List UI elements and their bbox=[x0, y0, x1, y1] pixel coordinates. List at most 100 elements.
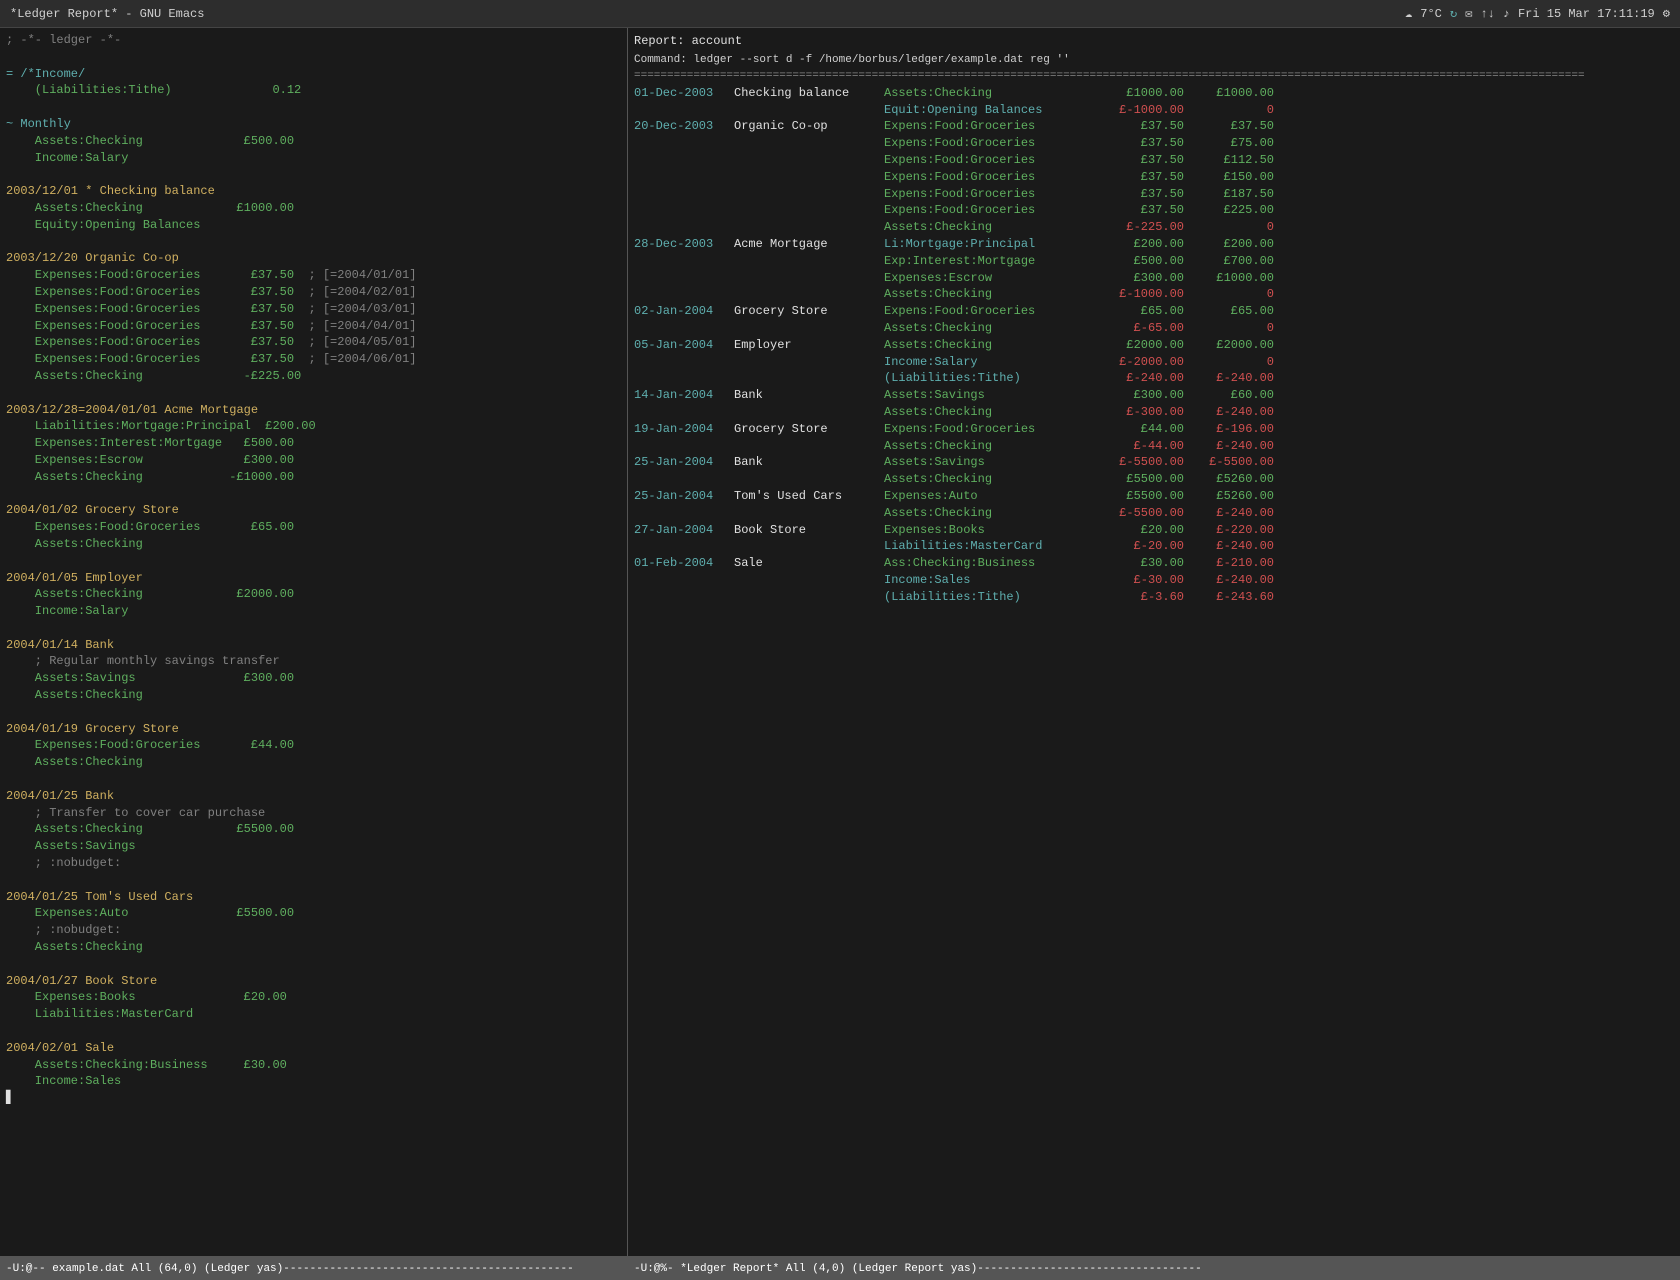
tx2-header: 2003/12/20 Organic Co-op bbox=[6, 251, 179, 265]
entry-amount: £5500.00 bbox=[1094, 471, 1184, 488]
entry-date: 02-Jan-2004 bbox=[634, 303, 734, 320]
entry-date: 25-Jan-2004 bbox=[634, 454, 734, 471]
entry-balance: £-240.00 bbox=[1184, 438, 1274, 455]
entry-date: 05-Jan-2004 bbox=[634, 337, 734, 354]
account-liabilities-tithe: (Liabilities:Tithe) 0.12 bbox=[6, 83, 301, 97]
entry-account: Assets:Checking bbox=[884, 320, 1094, 337]
entry-amount: £37.50 bbox=[1094, 186, 1184, 203]
tx3-header: 2003/12/28=2004/01/01 Acme Mortgage bbox=[6, 403, 258, 417]
report-row: Expens:Food:Groceries£37.50£187.50 bbox=[634, 186, 1674, 203]
reload-icon[interactable]: ↻ bbox=[1450, 6, 1457, 21]
entry-balance: £112.50 bbox=[1184, 152, 1274, 169]
report-row: 05-Jan-2004 Employer Assets:Checking£200… bbox=[634, 337, 1674, 354]
report-row: Income:Salary£-2000.000 bbox=[634, 354, 1674, 371]
entry-balance: £60.00 bbox=[1184, 387, 1274, 404]
entry-amount: £65.00 bbox=[1094, 303, 1184, 320]
entry-account: Assets:Checking bbox=[884, 404, 1094, 421]
status-left-text: -U:@-- example.dat All (64,0) (Ledger ya… bbox=[6, 1263, 574, 1275]
left-content: ; -*- ledger -*- = /*Income/ (Liabilitie… bbox=[6, 32, 621, 1107]
entry-balance: £2000.00 bbox=[1184, 337, 1274, 354]
entry-balance: 0 bbox=[1184, 354, 1274, 371]
report-row: Expens:Food:Groceries£37.50£75.00 bbox=[634, 135, 1674, 152]
entry-account: Assets:Checking bbox=[884, 438, 1094, 455]
entry-amount: £37.50 bbox=[1094, 202, 1184, 219]
report-label: Report: account bbox=[634, 34, 742, 48]
tx2-groc1: Expenses:Food:Groceries £37.50 bbox=[6, 268, 294, 282]
entry-date bbox=[634, 572, 734, 589]
entry-account: (Liabilities:Tithe) bbox=[884, 370, 1094, 387]
settings-icon[interactable]: ⚙ bbox=[1663, 6, 1670, 21]
tx5-salary: Income:Salary bbox=[6, 604, 128, 618]
entry-amount: £37.50 bbox=[1094, 152, 1184, 169]
entry-account: Li:Mortgage:Principal bbox=[884, 236, 1094, 253]
entry-balance: 0 bbox=[1184, 219, 1274, 236]
report-row: 19-Jan-2004 Grocery Store Expens:Food:Gr… bbox=[634, 421, 1674, 438]
entry-desc bbox=[734, 152, 884, 169]
entry-amount: £-3.60 bbox=[1094, 589, 1184, 606]
entry-date: 14-Jan-2004 bbox=[634, 387, 734, 404]
tx3-principal: Liabilities:Mortgage:Principal £200.00 bbox=[6, 419, 316, 433]
tx2-comment4: ; [=2004/04/01] bbox=[308, 319, 416, 333]
entry-account: Ass:Checking:Business bbox=[884, 555, 1094, 572]
entry-desc bbox=[734, 354, 884, 371]
tx3-checking: Assets:Checking -£1000.00 bbox=[6, 470, 294, 484]
entry-date bbox=[634, 135, 734, 152]
entry-amount: £-240.00 bbox=[1094, 370, 1184, 387]
entry-desc bbox=[734, 102, 884, 119]
entry-account: Expenses:Auto bbox=[884, 488, 1094, 505]
entry-account: Liabilities:MasterCard bbox=[884, 538, 1094, 555]
tx9-header: 2004/01/25 Tom's Used Cars bbox=[6, 890, 193, 904]
entry-desc bbox=[734, 471, 884, 488]
entry-amount: £-300.00 bbox=[1094, 404, 1184, 421]
tx3-interest: Expenses:Interest:Mortgage £500.00 bbox=[6, 436, 294, 450]
report-row: 01-Dec-2003 Checking balance Assets:Chec… bbox=[634, 85, 1674, 102]
entry-date bbox=[634, 270, 734, 287]
report-row: Equit:Opening Balances£-1000.000 bbox=[634, 102, 1674, 119]
entry-balance: £5260.00 bbox=[1184, 471, 1274, 488]
entry-account: Income:Salary bbox=[884, 354, 1094, 371]
entry-account: Expens:Food:Groceries bbox=[884, 135, 1094, 152]
entry-balance: £-240.00 bbox=[1184, 572, 1274, 589]
entry-amount: £20.00 bbox=[1094, 522, 1184, 539]
entry-balance: £200.00 bbox=[1184, 236, 1274, 253]
entry-desc bbox=[734, 538, 884, 555]
network-icon: ↑↓ bbox=[1480, 7, 1494, 21]
entry-date bbox=[634, 370, 734, 387]
entry-amount: £300.00 bbox=[1094, 387, 1184, 404]
entry-balance: £1000.00 bbox=[1184, 85, 1274, 102]
entry-amount: £-5500.00 bbox=[1094, 454, 1184, 471]
tx2-comment3: ; [=2004/03/01] bbox=[308, 302, 416, 316]
entry-desc bbox=[734, 253, 884, 270]
command-line: Command: ledger --sort d -f /home/borbus… bbox=[634, 50, 1674, 69]
entry-balance: £-196.00 bbox=[1184, 421, 1274, 438]
entry-amount: £-30.00 bbox=[1094, 572, 1184, 589]
report-row: Assets:Checking£-300.00£-240.00 bbox=[634, 404, 1674, 421]
entry-balance: £-210.00 bbox=[1184, 555, 1274, 572]
entry-desc bbox=[734, 169, 884, 186]
entry-balance: £-220.00 bbox=[1184, 522, 1274, 539]
weather-icon: ☁ bbox=[1405, 6, 1412, 21]
status-right: -U:@%- *Ledger Report* All (4,0) (Ledger… bbox=[628, 1257, 1680, 1280]
entry-date: 25-Jan-2004 bbox=[634, 488, 734, 505]
entry-account: Expens:Food:Groceries bbox=[884, 421, 1094, 438]
report-separator: ========================================… bbox=[634, 69, 1674, 83]
report-header-line: Report: account bbox=[634, 32, 1674, 50]
entry-date bbox=[634, 404, 734, 421]
entry-account: Income:Sales bbox=[884, 572, 1094, 589]
left-pane: ; -*- ledger -*- = /*Income/ (Liabilitie… bbox=[0, 28, 628, 1256]
tx10-header: 2004/01/27 Book Store bbox=[6, 974, 157, 988]
entry-desc: Employer bbox=[734, 337, 884, 354]
entry-desc bbox=[734, 438, 884, 455]
entry-desc: Bank bbox=[734, 387, 884, 404]
entry-balance: £-5500.00 bbox=[1184, 454, 1274, 471]
tx10-mastercard: Liabilities:MasterCard bbox=[6, 1007, 193, 1021]
rule-income: = /*Income/ bbox=[6, 67, 85, 81]
tx5-header: 2004/01/05 Employer bbox=[6, 571, 143, 585]
tx8-header: 2004/01/25 Bank bbox=[6, 789, 114, 803]
entry-account: Assets:Savings bbox=[884, 454, 1094, 471]
entry-date bbox=[634, 152, 734, 169]
report-row: Assets:Checking£-1000.000 bbox=[634, 286, 1674, 303]
entry-date: 20-Dec-2003 bbox=[634, 118, 734, 135]
entry-date bbox=[634, 186, 734, 203]
tx7-header: 2004/01/19 Grocery Store bbox=[6, 722, 179, 736]
